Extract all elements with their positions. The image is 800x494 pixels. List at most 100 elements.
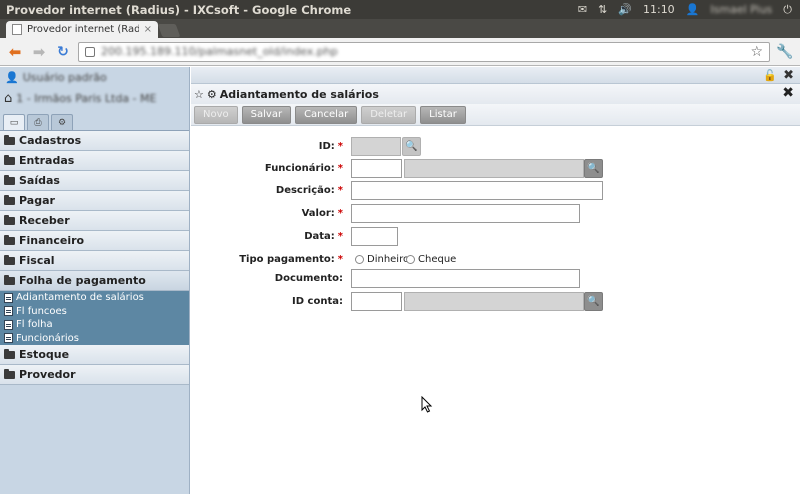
- descricao-field[interactable]: [351, 181, 603, 200]
- menu-cadastros[interactable]: Cadastros: [0, 131, 189, 151]
- submenu-item-funcionarios[interactable]: Funcionários: [0, 332, 189, 346]
- user-icon[interactable]: 👤: [686, 3, 700, 16]
- descricao-label-text: Descrição:: [275, 185, 335, 196]
- forward-arrow-icon[interactable]: ➡: [30, 43, 48, 61]
- sidebar-tab-settings[interactable]: ⚙: [51, 114, 73, 130]
- radio-dinheiro-label: Dinheiro: [367, 254, 410, 265]
- submenu-item-adiantamento[interactable]: Adiantamento de salários: [0, 291, 189, 305]
- folder-icon: [4, 134, 15, 145]
- page-icon: [12, 24, 22, 35]
- salvar-button[interactable]: Salvar: [241, 105, 292, 124]
- system-tray: ✉ ⇅ 🔊 11:10 👤 Ismael Pius ⏻: [578, 3, 800, 17]
- mail-icon[interactable]: ✉: [578, 3, 587, 16]
- printer-icon: ⎙: [34, 117, 42, 128]
- sidebar-company[interactable]: ⌂ 1 - Irmãos Paris Ltda - ME: [0, 87, 189, 109]
- data-field[interactable]: [351, 227, 398, 246]
- menu-provedor[interactable]: Provedor: [0, 365, 189, 385]
- id-search-icon[interactable]: 🔍: [402, 137, 421, 156]
- page: 👤 Usuário padrão ⌂ 1 - Irmãos Paris Ltda…: [0, 67, 800, 494]
- submenu-item-fl-folha[interactable]: Fl folha: [0, 318, 189, 332]
- address-bar[interactable]: 200.195.189.110/palmasnet_old/index.php …: [78, 41, 770, 62]
- menu-label: Estoque: [19, 348, 70, 361]
- clock[interactable]: 11:10: [643, 3, 675, 16]
- radio-dinheiro-circle[interactable]: [355, 255, 364, 264]
- network-icon[interactable]: ⇅: [598, 3, 607, 16]
- tipo-pagamento-label: Tipo pagamento: *: [191, 254, 343, 265]
- conta-name-field: [404, 292, 584, 311]
- session-user[interactable]: Ismael Pius: [710, 3, 772, 16]
- folder-icon: [4, 368, 15, 379]
- tab-title: Provedor internet (Radius: [27, 24, 139, 35]
- panel-header: ☆ ⚙ Adiantamento de salários ✖: [191, 84, 800, 104]
- site-info-icon[interactable]: [85, 46, 95, 57]
- menu-label: Receber: [19, 214, 70, 227]
- folder-icon: [4, 234, 15, 245]
- document-icon: [4, 319, 13, 330]
- folder-icon: [4, 348, 15, 359]
- radio-dinheiro[interactable]: Dinheiro: [355, 254, 409, 265]
- cancelar-button[interactable]: Cancelar: [295, 105, 358, 124]
- folder-icon: [4, 154, 15, 165]
- back-arrow-icon[interactable]: ⬅: [6, 43, 24, 61]
- submenu-item-fl-funcoes[interactable]: Fl funcoes: [0, 305, 189, 319]
- novo-button[interactable]: Novo: [194, 105, 238, 124]
- volume-icon[interactable]: 🔊: [618, 3, 632, 16]
- panel-close-icon[interactable]: ✖: [782, 85, 794, 101]
- url-text[interactable]: 200.195.189.110/palmasnet_old/index.php: [101, 45, 744, 58]
- sidebar-company-name: 1 - Irmãos Paris Ltda - ME: [16, 91, 157, 105]
- funcionario-id-field[interactable]: [351, 159, 402, 178]
- wrench-menu-icon[interactable]: 🔧: [776, 44, 794, 60]
- submenu-label: Fl funcoes: [16, 305, 67, 317]
- bookmark-star-icon[interactable]: ☆: [750, 44, 763, 60]
- menu-label: Provedor: [19, 368, 76, 381]
- sidebar-user-name: Usuário padrão: [22, 70, 107, 84]
- menu-folha-de-pagamento[interactable]: Folha de pagamento: [0, 271, 189, 291]
- listar-button[interactable]: Listar: [420, 105, 466, 124]
- row-tipo-pagamento: Tipo pagamento: * Dinheiro Cheque: [191, 250, 800, 270]
- home-icon: ⌂: [4, 90, 13, 106]
- menu-receber[interactable]: Receber: [0, 211, 189, 231]
- folder-icon: [4, 214, 15, 225]
- user-icon: 👤: [5, 70, 19, 84]
- deletar-button[interactable]: Deletar: [361, 105, 417, 124]
- required-mark: *: [337, 208, 343, 219]
- row-data: Data: *: [191, 227, 800, 247]
- menu-label: Cadastros: [19, 134, 82, 147]
- refresh-gear-icon[interactable]: ⚙: [207, 88, 217, 101]
- menu-estoque[interactable]: Estoque: [0, 345, 189, 365]
- document-icon: [4, 333, 13, 344]
- action-toolbar: Novo Salvar Cancelar Deletar Listar: [191, 104, 800, 126]
- gear-icon: ⚙: [57, 117, 67, 128]
- id-field[interactable]: [351, 137, 401, 156]
- row-id-conta: ID conta: 🔍: [191, 292, 800, 312]
- radio-cheque-label: Cheque: [418, 254, 457, 265]
- document-icon: [4, 292, 13, 303]
- id-conta-search-icon[interactable]: 🔍: [584, 292, 603, 311]
- menu-saidas[interactable]: Saídas: [0, 171, 189, 191]
- funcionario-search-icon[interactable]: 🔍: [584, 159, 603, 178]
- data-label: Data: *: [191, 231, 343, 242]
- documento-field[interactable]: [351, 269, 580, 288]
- menu-financeiro[interactable]: Financeiro: [0, 231, 189, 251]
- new-tab-button[interactable]: [157, 24, 181, 37]
- menu-pagar[interactable]: Pagar: [0, 191, 189, 211]
- valor-field[interactable]: [351, 204, 580, 223]
- radio-cheque[interactable]: Cheque: [406, 254, 456, 265]
- sidebar-tab-window[interactable]: ▭: [3, 114, 25, 130]
- panel-title: Adiantamento de salários: [219, 87, 379, 101]
- power-icon[interactable]: ⏻: [783, 3, 792, 17]
- unlock-icon[interactable]: 🔓: [763, 69, 777, 82]
- favorite-star-icon[interactable]: ☆: [194, 88, 204, 101]
- sidebar-tab-print[interactable]: ⎙: [27, 114, 49, 130]
- radio-cheque-circle[interactable]: [406, 255, 415, 264]
- id-conta-field[interactable]: [351, 292, 402, 311]
- close-all-icon[interactable]: ✖: [783, 68, 794, 83]
- menu-fiscal[interactable]: Fiscal: [0, 251, 189, 271]
- browser-toolbar: ⬅ ➡ ↻ 200.195.189.110/palmasnet_old/inde…: [0, 38, 800, 66]
- submenu-label: Funcionários: [16, 332, 79, 344]
- folder-icon: [4, 174, 15, 185]
- reload-icon[interactable]: ↻: [54, 43, 72, 61]
- tab-close-icon[interactable]: ×: [144, 24, 152, 35]
- browser-tab[interactable]: Provedor internet (Radius ×: [6, 21, 158, 38]
- menu-entradas[interactable]: Entradas: [0, 151, 189, 171]
